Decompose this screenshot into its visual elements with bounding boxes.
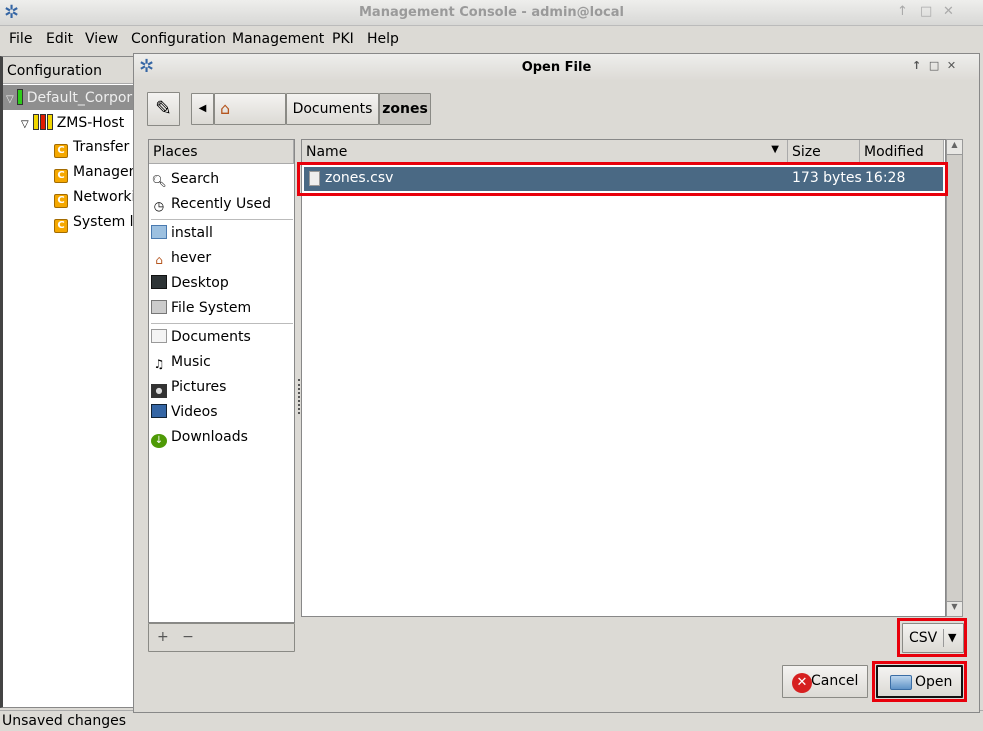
clock-icon: ◷ [153,199,165,213]
dialog-title: Open File [521,60,592,75]
highlight-filter [897,618,967,657]
places-separator [151,323,293,324]
places-toolbar: + − [148,623,295,652]
highlight-open [872,661,967,702]
window-titlebar: ✲ Management Console - admin@local ↑ □ ✕ [0,0,983,26]
remove-place-button[interactable]: − [182,629,194,645]
place-recently-used[interactable]: ◷ Recently Used [151,192,271,217]
component-icon: C [54,144,68,158]
music-icon: ♫ [153,357,165,371]
window-close-button[interactable]: ✕ [943,4,954,19]
folder-icon [151,225,167,239]
dialog-titlebar: ✲ Open File ↑ □ ✕ [134,54,979,81]
cancel-label: Cancel [811,673,859,689]
pencil-icon: ✎ [155,96,172,120]
place-install[interactable]: install [151,221,213,246]
file-list-scrollbar[interactable]: ▲ ▼ [946,139,963,617]
component-icon: C [54,219,68,233]
status-bar: Unsaved changes [0,710,983,731]
place-desktop[interactable]: Desktop [151,271,229,296]
cancel-icon: ✕ [792,673,812,693]
place-documents[interactable]: Documents [151,325,251,350]
places-header[interactable]: Places [149,140,294,164]
path-zones-button[interactable]: zones [379,93,431,125]
place-music[interactable]: ♫ Music [151,350,211,375]
add-place-button[interactable]: + [157,629,169,645]
highlight-file-row [297,162,948,196]
path-back-button[interactable]: ◀ [191,93,214,125]
sort-down-icon: ▼ [771,144,779,155]
open-file-dialog: ✲ Open File ↑ □ ✕ ✎ ◀ ⌂ Documents zones … [133,53,980,713]
tree-header[interactable]: Configuration [3,57,143,84]
home-icon: ⌂ [155,253,163,267]
window-maximize-button[interactable]: □ [920,4,932,19]
place-file-system[interactable]: File System [151,296,251,321]
column-name-header[interactable]: Name ▼ [302,140,788,164]
menu-pki[interactable]: PKI [332,31,354,47]
column-modified-header[interactable]: Modified [860,140,944,164]
menu-help[interactable]: Help [367,31,399,47]
menu-configuration[interactable]: Configuration [131,31,226,47]
path-home-button[interactable]: ⌂ [214,93,286,125]
file-list: Name ▼ Size Modified zones.csv 173 bytes … [301,139,946,617]
menu-management[interactable]: Management [232,31,324,47]
menu-file[interactable]: File [9,31,32,47]
camera-icon: ● [151,384,167,398]
tree-item-zms-host[interactable]: ▽ ZMS-Host [21,110,124,135]
drive-icon [151,300,167,314]
window-shade-button[interactable]: ↑ [897,4,908,19]
search-icon: 🔍︎ [151,174,167,188]
path-documents-button[interactable]: Documents [286,93,379,125]
place-videos[interactable]: Videos [151,400,218,425]
download-icon: ↓ [151,434,167,448]
place-downloads[interactable]: ↓ Downloads [151,425,248,450]
status-green-icon [16,89,23,105]
film-icon [151,404,167,418]
menu-edit[interactable]: Edit [46,31,73,47]
component-icon: C [54,194,68,208]
document-icon [151,329,167,343]
status-text: Unsaved changes [2,713,127,729]
dialog-shade-button[interactable]: ↑ □ ✕ [912,59,956,72]
status-bars-icon [32,114,57,131]
menu-view[interactable]: View [85,31,118,47]
cancel-button[interactable]: ✕ Cancel [782,665,868,698]
column-size-header[interactable]: Size [788,140,860,164]
place-hever[interactable]: ⌂ hever [151,246,211,271]
menubar: File Edit View Configuration Management … [0,27,983,52]
home-icon: ⌂ [220,99,231,118]
app-logo-icon: ✲ [139,56,155,77]
arrow-left-icon: ◀ [198,103,207,114]
place-pictures[interactable]: ● Pictures [151,375,226,400]
type-location-button[interactable]: ✎ [147,92,180,126]
config-tree: Configuration ▽ Default_Corporate ▽ ZMS-Ho… [0,56,182,708]
places-pane: Places 🔍︎ Search ◷ Recently Used install ⌂… [148,139,295,623]
desktop-icon [151,275,167,289]
window-title: Management Console - admin@local [359,5,624,20]
component-icon: C [54,169,68,183]
tree-item-default-corporate[interactable]: ▽ Default_Corporate [3,85,143,110]
place-search[interactable]: 🔍︎ Search [151,167,219,192]
places-separator [151,219,293,220]
